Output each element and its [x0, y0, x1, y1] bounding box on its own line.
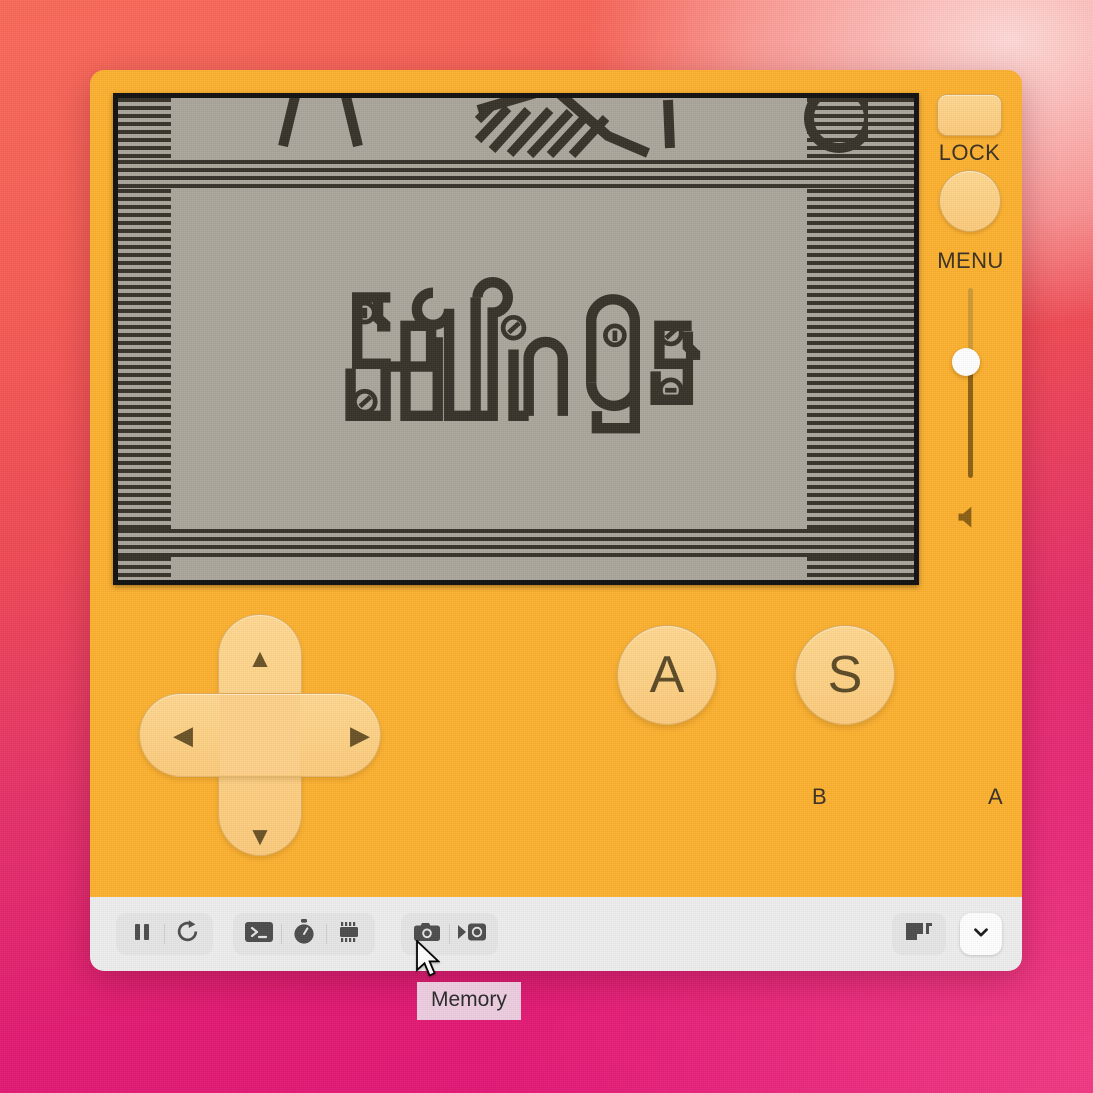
record-video-button[interactable] — [450, 915, 494, 953]
dpad-up-button[interactable]: ▲ — [234, 632, 286, 684]
memory-button[interactable] — [327, 915, 371, 953]
face-button-a-label: A — [988, 784, 1003, 809]
screen-cutoff-glyphs — [178, 98, 868, 160]
display-layout-icon — [905, 921, 933, 948]
toolbar-group-playback — [116, 913, 213, 955]
screen-stripe-band — [118, 189, 171, 529]
dpad-left-button[interactable]: ◀ — [157, 709, 209, 761]
screen-stripe-band — [807, 557, 914, 580]
display-layout-button[interactable] — [892, 913, 946, 955]
speaker-icon — [955, 502, 983, 530]
dpad-right-button[interactable]: ▶ — [334, 709, 386, 761]
volume-slider[interactable] — [952, 288, 980, 478]
game-screen[interactable] — [118, 98, 914, 580]
dpad[interactable]: ▲ ▼ ◀ ▶ — [135, 610, 385, 860]
console-body: LOCK MENU ▲ ▼ ◀ ▶ A B S A — [90, 70, 1022, 897]
screen-stripe-band — [118, 98, 171, 160]
face-button-b-label: B — [812, 784, 827, 809]
desktop-wallpaper: LOCK MENU ▲ ▼ ◀ ▶ A B S A Memory — [0, 0, 1093, 1093]
screen-stripe-band — [118, 557, 171, 580]
video-record-icon — [457, 921, 487, 948]
performance-button[interactable] — [282, 915, 326, 953]
volume-slider-thumb[interactable] — [952, 348, 980, 376]
screen-stripe-band — [118, 529, 914, 557]
chevron-down-icon — [970, 921, 992, 948]
collapse-toolbar-button[interactable] — [960, 913, 1002, 955]
dpad-down-button[interactable]: ▼ — [234, 810, 286, 862]
reload-button[interactable] — [165, 915, 209, 953]
pause-button[interactable] — [120, 915, 164, 953]
toolbar-group-debug — [233, 913, 375, 955]
mouse-pointer-icon — [414, 938, 441, 978]
console-button[interactable] — [237, 915, 281, 953]
dpad-center — [220, 695, 300, 775]
toolbar-group-right — [892, 913, 1002, 955]
emulator-toolbar — [90, 897, 1022, 971]
stopwatch-icon — [292, 918, 316, 950]
menu-label: MENU — [937, 248, 1004, 273]
face-button-a[interactable]: S — [795, 625, 895, 725]
menu-button[interactable] — [939, 170, 1001, 232]
lock-button[interactable] — [937, 94, 1002, 136]
screen-stripe-band — [118, 160, 914, 189]
pause-icon — [130, 920, 154, 949]
reload-icon — [175, 919, 200, 949]
volume-track-lower — [968, 360, 973, 478]
emulator-window: LOCK MENU ▲ ▼ ◀ ▶ A B S A — [90, 70, 1022, 971]
memory-chip-icon — [336, 920, 362, 949]
screen-bezel — [113, 93, 919, 585]
screen-title-art — [178, 189, 868, 529]
face-button-b[interactable]: A — [617, 625, 717, 725]
console-icon — [245, 921, 273, 948]
tooltip-memory: Memory — [417, 982, 521, 1020]
lock-label: LOCK — [938, 140, 1001, 165]
